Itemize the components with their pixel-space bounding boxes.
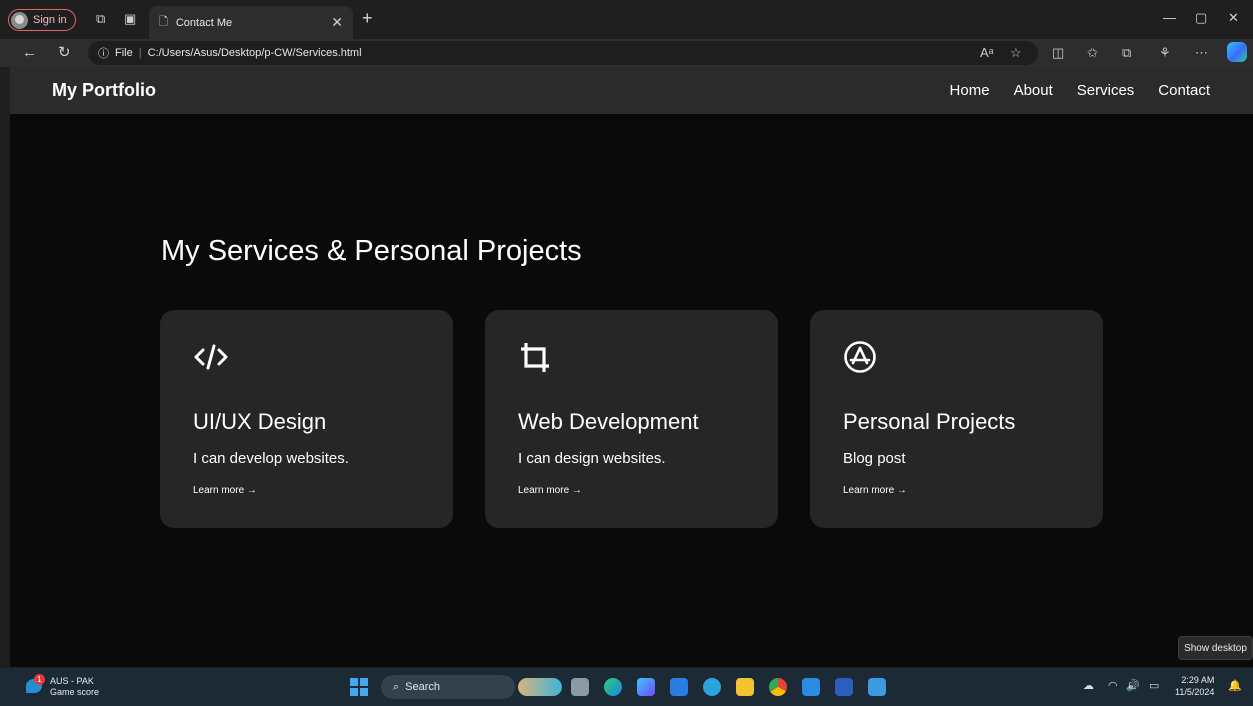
- new-tab-icon[interactable]: +: [362, 8, 373, 29]
- minimize-icon[interactable]: —: [1163, 10, 1176, 25]
- nav-services-link[interactable]: Services: [1077, 82, 1135, 99]
- widget-subtitle: Game score: [50, 687, 100, 697]
- app-store-icon: [844, 341, 876, 373]
- learn-more-link[interactable]: Learn more →: [193, 485, 257, 496]
- card-title: UI/UX Design: [193, 409, 327, 434]
- more-options-icon[interactable]: ⋯: [1195, 45, 1208, 61]
- wifi-icon[interactable]: ◠: [1108, 680, 1118, 692]
- close-tab-icon[interactable]: ✕: [331, 14, 343, 31]
- extensions-icon[interactable]: ⚘: [1159, 45, 1171, 61]
- refresh-icon[interactable]: ↻: [58, 44, 71, 62]
- info-icon: ⓘ: [98, 48, 109, 60]
- game-score-icon: 1: [26, 674, 45, 694]
- card-title: Web Development: [518, 409, 699, 434]
- service-cards: UI/UX Design I can develop websites. Lea…: [160, 310, 1103, 528]
- read-aloud-icon[interactable]: Aᵃ: [980, 45, 994, 61]
- copilot-icon[interactable]: [1227, 42, 1247, 62]
- search-label: Search: [405, 681, 441, 693]
- tab-actions-icon[interactable]: ▣: [124, 12, 136, 26]
- learn-more-link[interactable]: Learn more →: [518, 485, 582, 496]
- taskbar: 1 AUS - PAK Game score ⌕ Search ☁ ◠ 🔊 ▭ …: [0, 668, 1253, 706]
- collections-icon[interactable]: ⧉: [1122, 45, 1131, 61]
- tab-title: Contact Me: [175, 16, 233, 29]
- chrome-icon[interactable]: [769, 678, 787, 696]
- edge-icon[interactable]: [604, 678, 622, 696]
- tab-contact-me[interactable]: 🗋 Contact Me ✕: [149, 6, 353, 39]
- site-brand[interactable]: My Portfolio: [52, 80, 156, 101]
- search-icon: ⌕: [393, 680, 400, 693]
- card-description: I can design websites.: [518, 450, 666, 467]
- address-bar-row: ← ↻ ⓘ File | C:/Users/Asus/Desktop/p-CW/…: [0, 39, 1253, 67]
- widgets-icon[interactable]: [518, 678, 562, 696]
- address-bar[interactable]: ⓘ File | C:/Users/Asus/Desktop/p-CW/Serv…: [88, 41, 1038, 65]
- split-screen-icon[interactable]: ◫: [1052, 45, 1064, 61]
- learn-more-link[interactable]: Learn more →: [843, 485, 907, 496]
- workspaces-icon[interactable]: ⧉: [96, 12, 105, 26]
- web-page: My Portfolio Home About Services Contact…: [10, 67, 1253, 667]
- profile-avatar-icon: [11, 11, 28, 29]
- telegram-icon[interactable]: [703, 678, 721, 696]
- taskbar-search[interactable]: ⌕ Search: [381, 675, 515, 699]
- notepad-icon[interactable]: [868, 678, 886, 696]
- show-desktop-tooltip: Show desktop: [1178, 636, 1253, 660]
- browser-tab-strip: Sign in ⧉ ▣ 🗋 Contact Me ✕ + — ▢ ✕: [0, 0, 1253, 39]
- card-description: Blog post: [843, 450, 906, 467]
- page-title: My Services & Personal Projects: [161, 235, 582, 267]
- address-prefix: File: [115, 47, 133, 59]
- file-explorer-icon[interactable]: [736, 678, 754, 696]
- code-icon: [194, 344, 228, 370]
- crop-icon: [521, 343, 549, 372]
- sign-in-button[interactable]: Sign in: [8, 9, 76, 31]
- notification-badge: 1: [34, 674, 45, 685]
- clock-time: 2:29 AM: [1181, 675, 1215, 685]
- service-card: UI/UX Design I can develop websites. Lea…: [160, 310, 453, 528]
- page-icon: 🗋: [159, 16, 168, 28]
- nav-contact-link[interactable]: Contact: [1158, 82, 1210, 99]
- word-icon[interactable]: [835, 678, 853, 696]
- store-icon[interactable]: [670, 678, 688, 696]
- service-card: Personal Projects Blog post Learn more →: [810, 310, 1103, 528]
- copilot-app-icon[interactable]: [637, 678, 655, 696]
- task-view-icon[interactable]: [571, 678, 589, 696]
- close-window-icon[interactable]: ✕: [1228, 10, 1239, 26]
- back-icon[interactable]: ←: [22, 44, 37, 62]
- widget-title: AUS - PAK: [50, 676, 94, 686]
- site-navbar: My Portfolio Home About Services Contact: [10, 67, 1253, 114]
- volume-icon[interactable]: 🔊: [1126, 680, 1140, 692]
- card-description: I can develop websites.: [193, 450, 349, 467]
- favorite-star-icon[interactable]: ☆: [1010, 45, 1022, 61]
- sign-in-label: Sign in: [33, 14, 67, 26]
- nav-about-link[interactable]: About: [1014, 82, 1053, 99]
- vscode-icon[interactable]: [802, 678, 820, 696]
- notification-bell-icon[interactable]: 🔔: [1228, 680, 1242, 692]
- restore-icon[interactable]: ▢: [1195, 10, 1207, 26]
- weather-widget[interactable]: 1 AUS - PAK Game score: [26, 674, 100, 698]
- onedrive-icon[interactable]: ☁: [1083, 680, 1094, 692]
- favorites-icon[interactable]: ✩: [1087, 45, 1098, 61]
- battery-icon[interactable]: ▭: [1149, 680, 1159, 692]
- start-button-icon[interactable]: [350, 678, 368, 696]
- address-separator: |: [138, 47, 142, 59]
- site-menu: Home About Services Contact: [950, 82, 1210, 99]
- card-title: Personal Projects: [843, 409, 1016, 434]
- address-text: C:/Users/Asus/Desktop/p-CW/Services.html: [147, 47, 362, 59]
- clock-date: 11/5/2024: [1175, 687, 1215, 697]
- taskbar-clock[interactable]: 2:29 AM 11/5/2024: [1175, 674, 1214, 698]
- nav-home-link[interactable]: Home: [950, 82, 990, 99]
- service-card: Web Development I can design websites. L…: [485, 310, 778, 528]
